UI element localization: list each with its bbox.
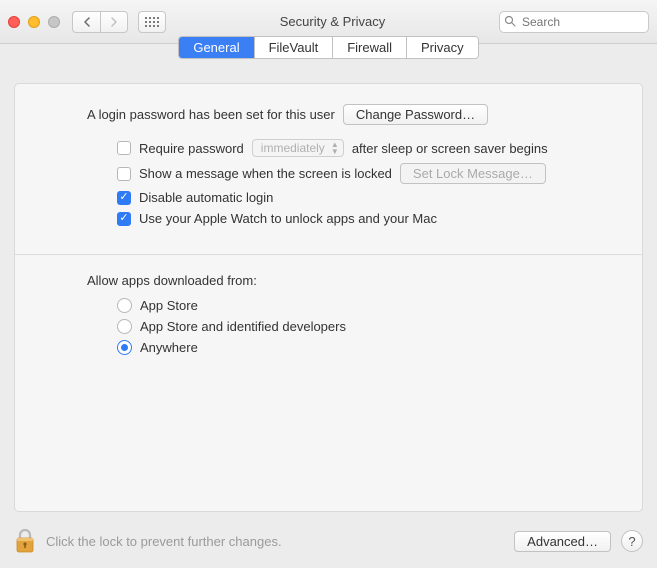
advanced-button[interactable]: Advanced… — [514, 531, 611, 552]
grid-icon — [145, 17, 159, 27]
radio-anywhere-label: Anywhere — [140, 340, 198, 355]
radio-identified-label: App Store and identified developers — [140, 319, 346, 334]
radio-anywhere-row: Anywhere — [117, 340, 624, 355]
tab-firewall[interactable]: Firewall — [333, 37, 407, 58]
window-title: Security & Privacy — [172, 14, 493, 29]
minimize-window-button[interactable] — [28, 16, 40, 28]
apple-watch-checkbox[interactable] — [117, 212, 131, 226]
require-password-label: Require password — [139, 141, 244, 156]
footer: Click the lock to prevent further change… — [0, 520, 657, 568]
set-lock-message-button: Set Lock Message… — [400, 163, 546, 184]
window-controls — [8, 16, 60, 28]
search-input[interactable] — [499, 11, 649, 33]
options-list: Require password immediately ▲▼ after sl… — [117, 139, 624, 226]
search-field-wrap — [499, 11, 649, 33]
radio-app-store-label: App Store — [140, 298, 198, 313]
show-message-row: Show a message when the screen is locked… — [117, 163, 624, 184]
disable-auto-login-label: Disable automatic login — [139, 190, 273, 205]
general-panel: A login password has been set for this u… — [14, 83, 643, 512]
show-message-label: Show a message when the screen is locked — [139, 166, 392, 181]
radio-identified[interactable] — [117, 319, 132, 334]
preferences-window: Security & Privacy General FileVault Fir… — [0, 0, 657, 568]
forward-button — [100, 11, 128, 33]
tab-privacy[interactable]: Privacy — [407, 37, 478, 58]
apple-watch-label: Use your Apple Watch to unlock apps and … — [139, 211, 437, 226]
require-password-row: Require password immediately ▲▼ after sl… — [117, 139, 624, 157]
apple-watch-row: Use your Apple Watch to unlock apps and … — [117, 211, 624, 226]
delay-value: immediately — [261, 141, 325, 155]
close-window-button[interactable] — [8, 16, 20, 28]
lock-icon[interactable] — [14, 527, 36, 555]
login-password-label: A login password has been set for this u… — [87, 107, 335, 122]
tab-general[interactable]: General — [179, 37, 254, 58]
search-icon — [504, 15, 516, 30]
nav-buttons — [72, 11, 128, 33]
disable-auto-login-checkbox[interactable] — [117, 191, 131, 205]
back-button[interactable] — [72, 11, 100, 33]
tab-filevault[interactable]: FileVault — [255, 37, 334, 58]
separator — [15, 254, 642, 255]
tab-bar: General FileVault Firewall Privacy — [14, 36, 643, 59]
radio-identified-row: App Store and identified developers — [117, 319, 624, 334]
radio-app-store[interactable] — [117, 298, 132, 313]
disable-auto-login-row: Disable automatic login — [117, 190, 624, 205]
login-password-row: A login password has been set for this u… — [87, 104, 624, 125]
require-password-checkbox[interactable] — [117, 141, 131, 155]
require-password-after-label: after sleep or screen saver begins — [352, 141, 548, 156]
allow-apps-radios: App Store App Store and identified devel… — [117, 298, 624, 355]
lock-text: Click the lock to prevent further change… — [46, 534, 504, 549]
require-password-delay-popup: immediately ▲▼ — [252, 139, 344, 157]
allow-apps-label: Allow apps downloaded from: — [87, 273, 624, 288]
content-area: General FileVault Firewall Privacy A log… — [0, 44, 657, 520]
radio-anywhere[interactable] — [117, 340, 132, 355]
zoom-window-button — [48, 16, 60, 28]
show-message-checkbox[interactable] — [117, 167, 131, 181]
show-all-button[interactable] — [138, 11, 166, 33]
change-password-button[interactable]: Change Password… — [343, 104, 488, 125]
help-button[interactable]: ? — [621, 530, 643, 552]
radio-app-store-row: App Store — [117, 298, 624, 313]
chevron-updown-icon: ▲▼ — [331, 141, 339, 155]
